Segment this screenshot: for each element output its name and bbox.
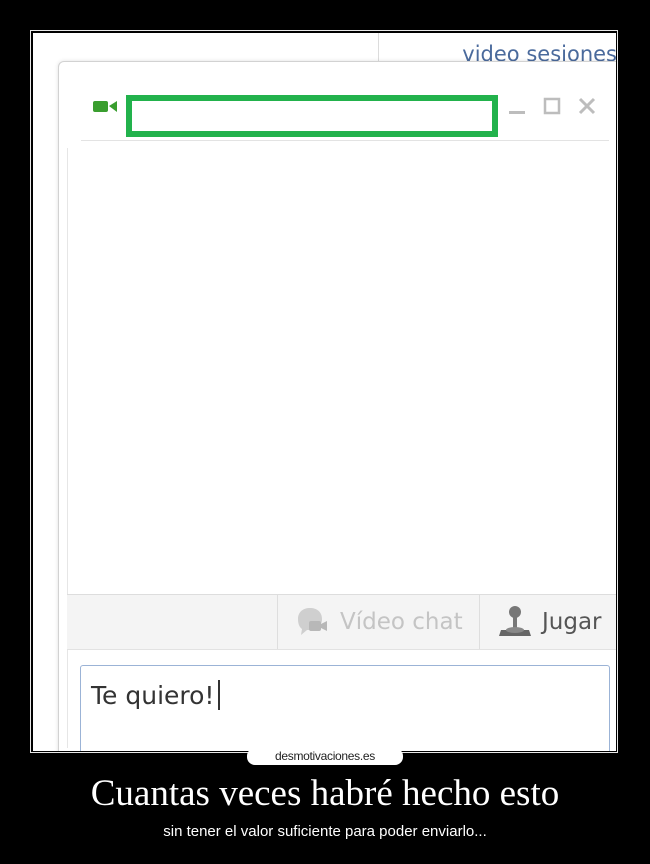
maximize-icon[interactable] (542, 96, 562, 116)
chat-window: Vídeo chat Jugar Te quiero! (58, 61, 616, 751)
text-caret (218, 680, 221, 710)
chat-title-bar[interactable] (59, 62, 616, 140)
poster-caption: Cuantas veces habré hecho esto (90, 773, 560, 814)
play-label: Jugar (542, 609, 602, 635)
video-camera-icon (93, 101, 117, 112)
video-chat-button[interactable]: Vídeo chat (278, 595, 494, 649)
site-watermark: desmotivaciones.es (247, 748, 403, 765)
action-divider (479, 595, 480, 649)
joystick-icon (499, 606, 531, 636)
video-chat-icon (298, 608, 327, 635)
chat-action-bar: Vídeo chat Jugar (67, 594, 616, 650)
message-input-value: Te quiero! (91, 681, 215, 710)
minimize-icon[interactable] (507, 96, 527, 116)
screenshot-area: video sesiones Vídeo chat Jugar Te quier… (33, 33, 616, 751)
poster-subcaption: sin tener el valor suficiente para poder… (163, 823, 487, 840)
message-input[interactable]: Te quiero! (80, 665, 610, 751)
contact-name (132, 101, 492, 105)
video-chat-label: Vídeo chat (340, 609, 463, 635)
contact-name-box (126, 95, 498, 137)
message-input-text[interactable]: Te quiero! (91, 680, 221, 710)
play-button[interactable]: Jugar (482, 595, 616, 649)
message-history (67, 142, 616, 592)
close-icon[interactable] (577, 96, 597, 116)
title-divider (81, 140, 609, 141)
